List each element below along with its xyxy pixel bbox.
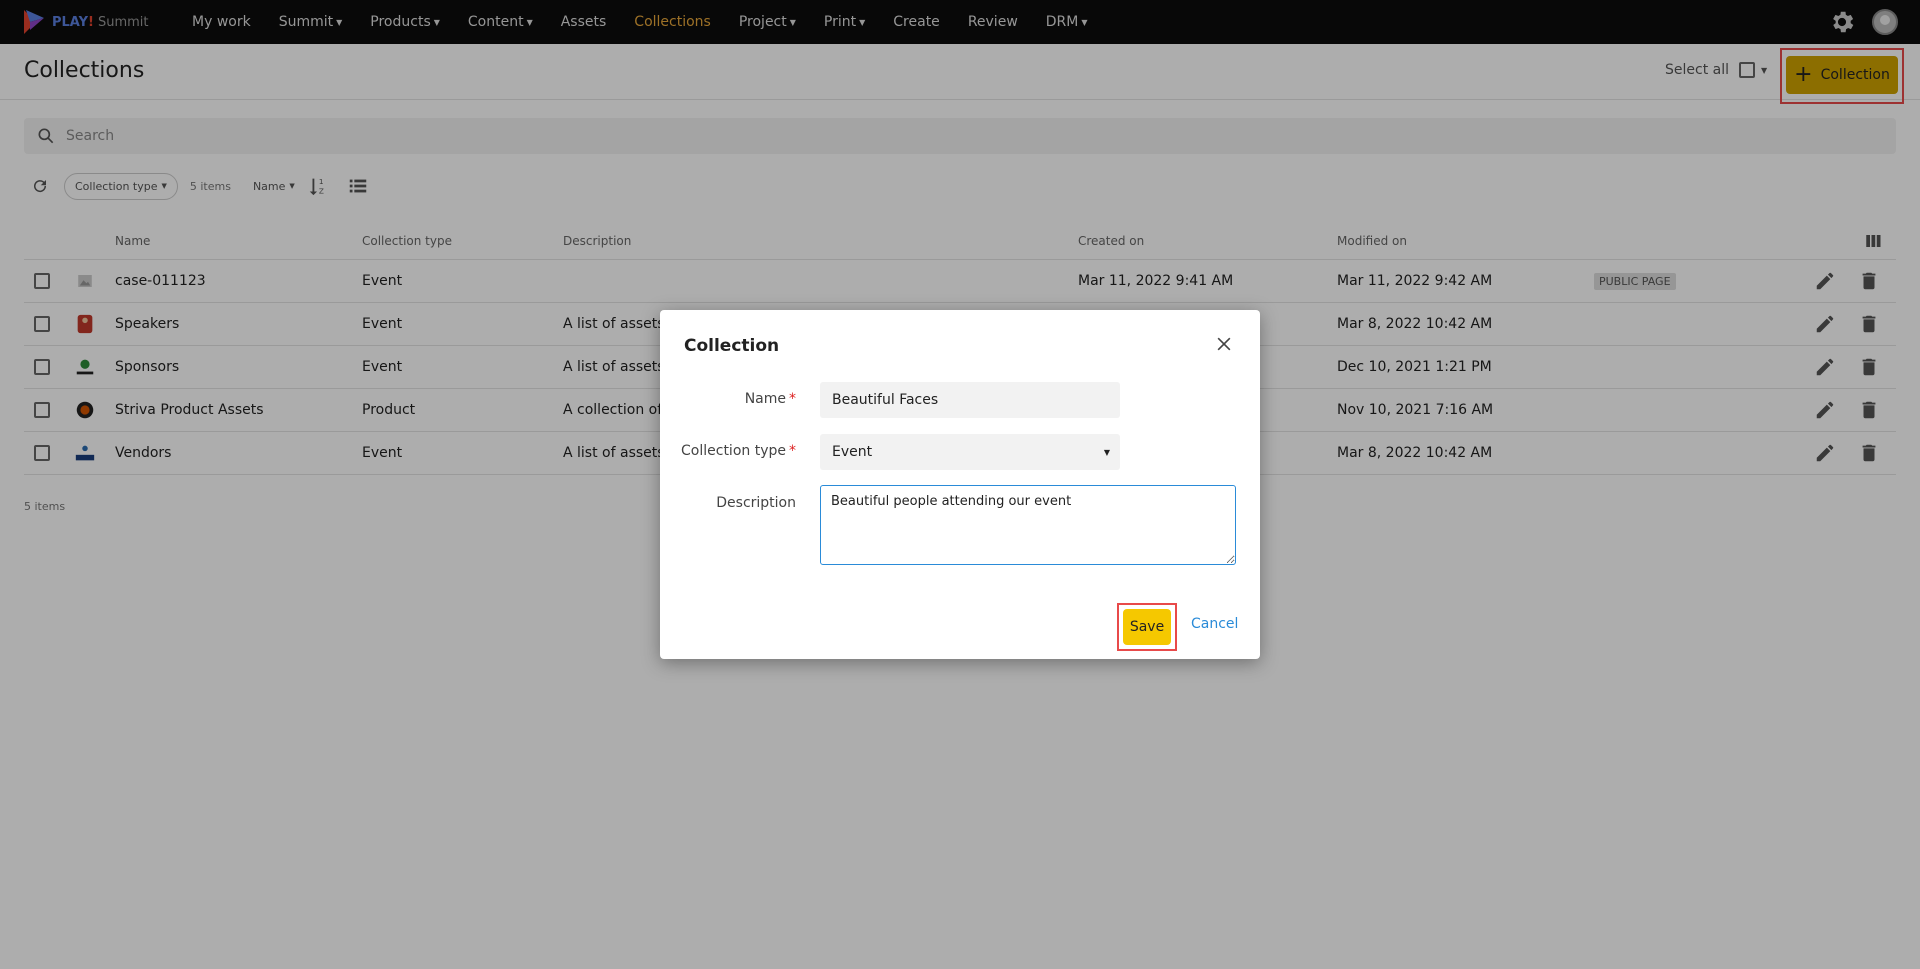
name-label: Name * xyxy=(744,391,796,407)
collection-type-value: Event xyxy=(832,444,873,460)
description-label: Description xyxy=(716,495,796,511)
cancel-button[interactable]: Cancel xyxy=(1191,616,1238,632)
name-field[interactable]: Beautiful Faces xyxy=(820,382,1120,418)
chevron-down-icon: ▼ xyxy=(1103,447,1110,457)
name-value: Beautiful Faces xyxy=(832,392,939,408)
collection-type-select[interactable]: Event ▼ xyxy=(820,434,1120,470)
save-button[interactable]: Save xyxy=(1123,609,1171,645)
collection-dialog: Collection Name * Beautiful Faces Collect… xyxy=(660,310,1260,659)
collection-type-label: Collection type * xyxy=(681,443,796,459)
close-icon[interactable] xyxy=(1214,334,1234,354)
highlight-box: Save xyxy=(1117,603,1177,651)
dialog-title: Collection xyxy=(684,336,780,356)
description-field[interactable]: Beautiful people attending our event xyxy=(820,485,1236,565)
